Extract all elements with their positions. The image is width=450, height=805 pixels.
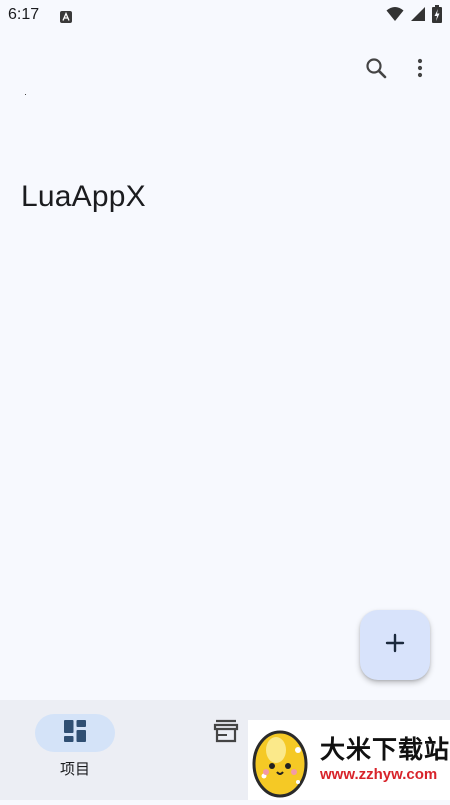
add-project-button[interactable] — [360, 610, 430, 680]
watermark: 大米下载站 www.zzhyw.com — [248, 720, 450, 800]
signal-icon — [410, 6, 426, 27]
top-actions — [358, 52, 438, 88]
more-options-button[interactable] — [402, 52, 438, 88]
nav-indicator — [35, 714, 115, 752]
status-icons — [386, 4, 442, 28]
more-vert-icon — [408, 56, 432, 85]
wifi-icon — [386, 6, 404, 27]
storefront-icon — [213, 719, 239, 748]
dashboard-icon — [63, 719, 87, 748]
watermark-url: www.zzhyw.com — [320, 766, 438, 783]
search-button[interactable] — [358, 52, 394, 88]
watermark-brand: 大米下载站 — [320, 736, 450, 764]
page-title: LuaAppX — [21, 180, 146, 213]
dot-mark — [25, 94, 26, 95]
watermark-text: 大米下载站 www.zzhyw.com — [320, 735, 450, 785]
plus-icon — [383, 631, 407, 660]
battery-icon — [432, 4, 442, 28]
a-notification-icon — [60, 10, 72, 23]
status-bar: 6:17 — [0, 0, 450, 32]
search-icon — [364, 56, 388, 85]
status-time: 6:17 — [8, 6, 40, 23]
mascot-egg-logo — [248, 720, 318, 800]
nav-item-projects[interactable]: 项目 — [25, 714, 125, 779]
nav-item-label: 项目 — [59, 761, 90, 778]
